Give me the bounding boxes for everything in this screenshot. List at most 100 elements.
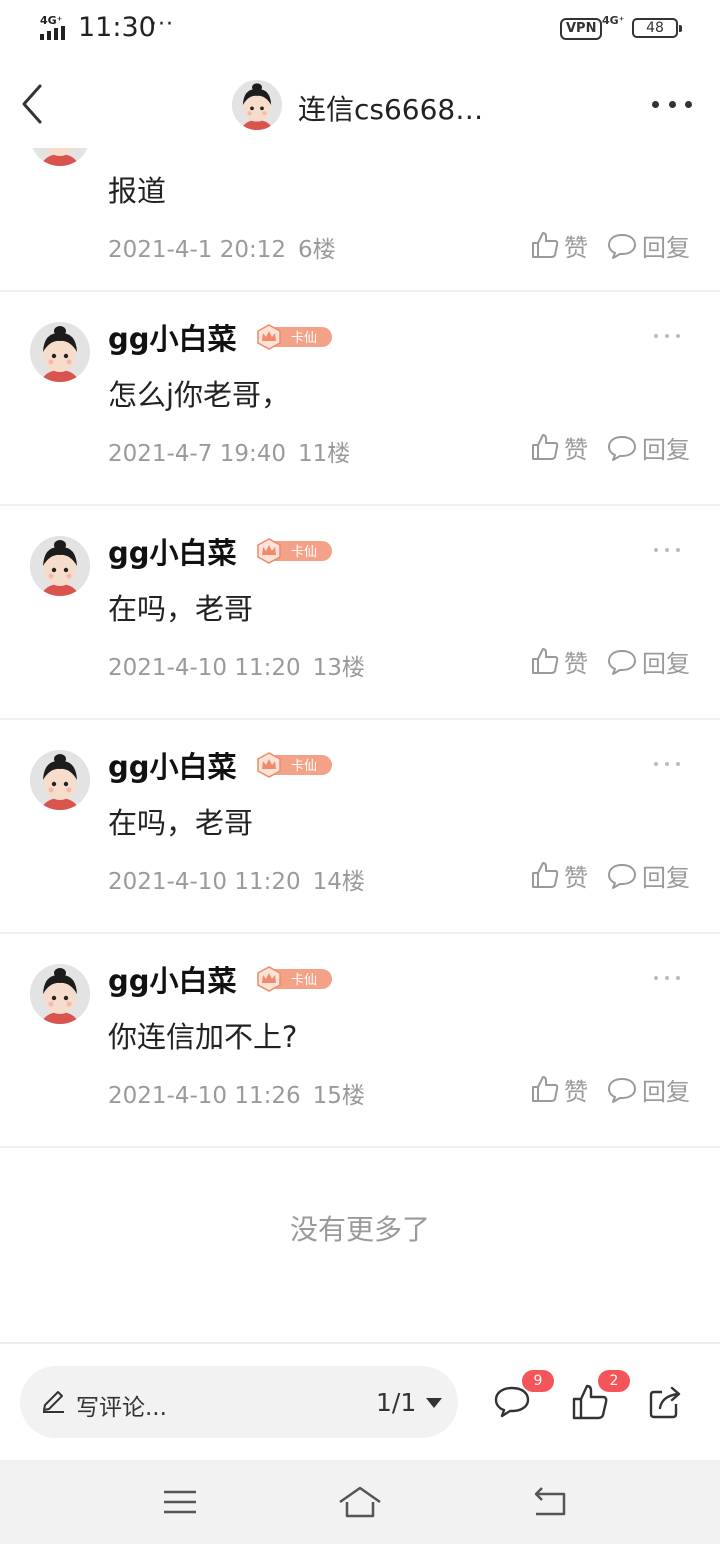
thumb-up-icon: [532, 232, 559, 258]
comment-item-partial: 报道 2021-4-1 20:12 6楼 赞 回复: [0, 148, 720, 292]
like-button[interactable]: 赞: [530, 644, 588, 679]
comment-text: 怎么j你老哥，: [108, 378, 291, 412]
share-icon[interactable]: [646, 1382, 686, 1422]
like-button[interactable]: 赞: [530, 858, 588, 893]
reply-label: 回复: [642, 863, 690, 892]
reply-button[interactable]: 回复: [606, 430, 690, 465]
comment-more-icon[interactable]: [654, 976, 680, 982]
avatar[interactable]: [30, 964, 90, 1024]
comment-meta: 2021-4-10 11:20 13楼: [108, 648, 365, 682]
like-button[interactable]: 赞: [530, 430, 588, 465]
comment-item: gg小白菜 卡仙 在吗，老哥 2021-4-10 11:20 14楼 赞 回复: [0, 720, 720, 934]
status-time: 11:30: [78, 12, 156, 43]
reply-button[interactable]: 回复: [606, 858, 690, 893]
comment-actions: 赞 回复: [530, 644, 690, 678]
status-bar: 4G⁺ 11:30 ··· VPN 4G⁺ 48: [0, 0, 720, 58]
menu-icon[interactable]: [158, 1482, 202, 1522]
like-label: 赞: [564, 649, 588, 678]
reply-bubble-icon: [608, 864, 636, 889]
comment-more-icon[interactable]: [654, 762, 680, 768]
thumb-up-icon: [532, 1076, 559, 1102]
comment-floor: 11楼: [298, 441, 351, 467]
comment-input[interactable]: 写评论... 1/1: [20, 1366, 458, 1438]
comment-floor: 13楼: [312, 655, 365, 681]
comment-text: 报道: [108, 174, 167, 208]
header-avatar[interactable]: [232, 80, 282, 130]
level-badge: 卡仙: [257, 324, 332, 350]
pen-icon: [43, 1391, 64, 1413]
comment-meta: 2021-4-7 19:40 11楼: [108, 434, 350, 468]
reply-label: 回复: [642, 649, 690, 678]
badge-label: 卡仙: [291, 973, 317, 988]
comment-item: gg小白菜 卡仙 你连信加不上? 2021-4-10 11:26 15楼 赞 回复: [0, 934, 720, 1148]
thumb-up-icon: [532, 862, 559, 888]
comment-count-badge: 9: [522, 1370, 554, 1392]
avatar[interactable]: [30, 536, 90, 596]
comment-actions: 赞 回复: [530, 858, 690, 892]
comment-text: 在吗，老哥: [108, 592, 254, 626]
reply-button[interactable]: 回复: [606, 228, 690, 263]
comment-date: 2021-4-1 20:12: [108, 237, 286, 263]
signal-icon: 4G⁺: [40, 14, 72, 40]
comment-item: gg小白菜 卡仙 怎么j你老哥， 2021-4-7 19:40 11楼 赞 回复: [0, 292, 720, 506]
username[interactable]: gg小白菜: [108, 316, 237, 358]
reply-bubble-icon: [608, 1078, 636, 1103]
comment-floor: 6楼: [298, 237, 336, 263]
username[interactable]: gg小白菜: [108, 744, 237, 786]
reply-button[interactable]: 回复: [606, 1072, 690, 1107]
comment-date: 2021-4-7 19:40: [108, 441, 286, 467]
back-icon[interactable]: [528, 1482, 572, 1522]
like-label: 赞: [564, 863, 588, 892]
comment-actions: 赞 回复: [530, 430, 690, 464]
reply-label: 回复: [642, 435, 690, 464]
like-button[interactable]: 赞: [530, 228, 588, 263]
comment-meta: 2021-4-10 11:20 14楼: [108, 862, 365, 896]
comment-item: gg小白菜 卡仙 在吗，老哥 2021-4-10 11:20 13楼 赞 回复: [0, 506, 720, 720]
reply-bubble-icon: [608, 436, 636, 461]
battery-icon: 48: [632, 18, 682, 38]
comment-meta: 2021-4-1 20:12 6楼: [108, 230, 336, 264]
home-icon[interactable]: [338, 1482, 382, 1522]
reply-label: 回复: [642, 1077, 690, 1106]
comment-meta: 2021-4-10 11:26 15楼: [108, 1076, 365, 1110]
system-navigation-bar: [0, 1460, 720, 1544]
like-label: 赞: [564, 233, 588, 262]
badge-label: 卡仙: [291, 331, 317, 346]
like-label: 赞: [564, 1077, 588, 1106]
username[interactable]: gg小白菜: [108, 530, 237, 572]
reply-label: 回复: [642, 233, 690, 262]
username[interactable]: gg小白菜: [108, 958, 237, 1000]
like-label: 赞: [564, 435, 588, 464]
comment-date: 2021-4-10 11:26: [108, 1083, 301, 1109]
chevron-down-icon[interactable]: [426, 1398, 442, 1408]
page-indicator[interactable]: 1/1: [376, 1388, 416, 1417]
level-badge: 卡仙: [257, 538, 332, 564]
avatar[interactable]: [30, 750, 90, 810]
comment-floor: 15楼: [312, 1083, 365, 1109]
thumb-up-icon: [532, 434, 559, 460]
like-count-badge: 2: [598, 1370, 630, 1392]
bottom-action-bar: 写评论... 1/1 9 2: [0, 1342, 720, 1460]
badge-label: 卡仙: [291, 545, 317, 560]
comment-floor: 14楼: [312, 869, 365, 895]
thumb-up-icon: [532, 648, 559, 674]
more-dots-icon[interactable]: [652, 94, 692, 114]
vpn-indicator: VPN: [560, 18, 603, 40]
comment-more-icon[interactable]: [654, 334, 680, 340]
like-button[interactable]: 赞: [530, 1072, 588, 1107]
reply-bubble-icon: [608, 650, 636, 675]
comment-text: 你连信加不上?: [108, 1020, 298, 1054]
back-chevron-icon[interactable]: [18, 82, 48, 126]
badge-label: 卡仙: [291, 759, 317, 774]
avatar[interactable]: [30, 148, 90, 166]
reply-button[interactable]: 回复: [606, 644, 690, 679]
comment-date: 2021-4-10 11:20: [108, 869, 301, 895]
comment-feed: 报道 2021-4-1 20:12 6楼 赞 回复 gg小白菜 卡仙 怎么j你老…: [0, 148, 720, 1148]
level-badge: 卡仙: [257, 966, 332, 992]
comment-more-icon[interactable]: [654, 548, 680, 554]
avatar[interactable]: [30, 322, 90, 382]
comment-placeholder: 写评论...: [76, 1395, 167, 1421]
end-of-list-text: 没有更多了: [289, 1213, 430, 1246]
notification-dots-icon: ···: [150, 12, 174, 37]
comment-text: 在吗，老哥: [108, 806, 254, 840]
